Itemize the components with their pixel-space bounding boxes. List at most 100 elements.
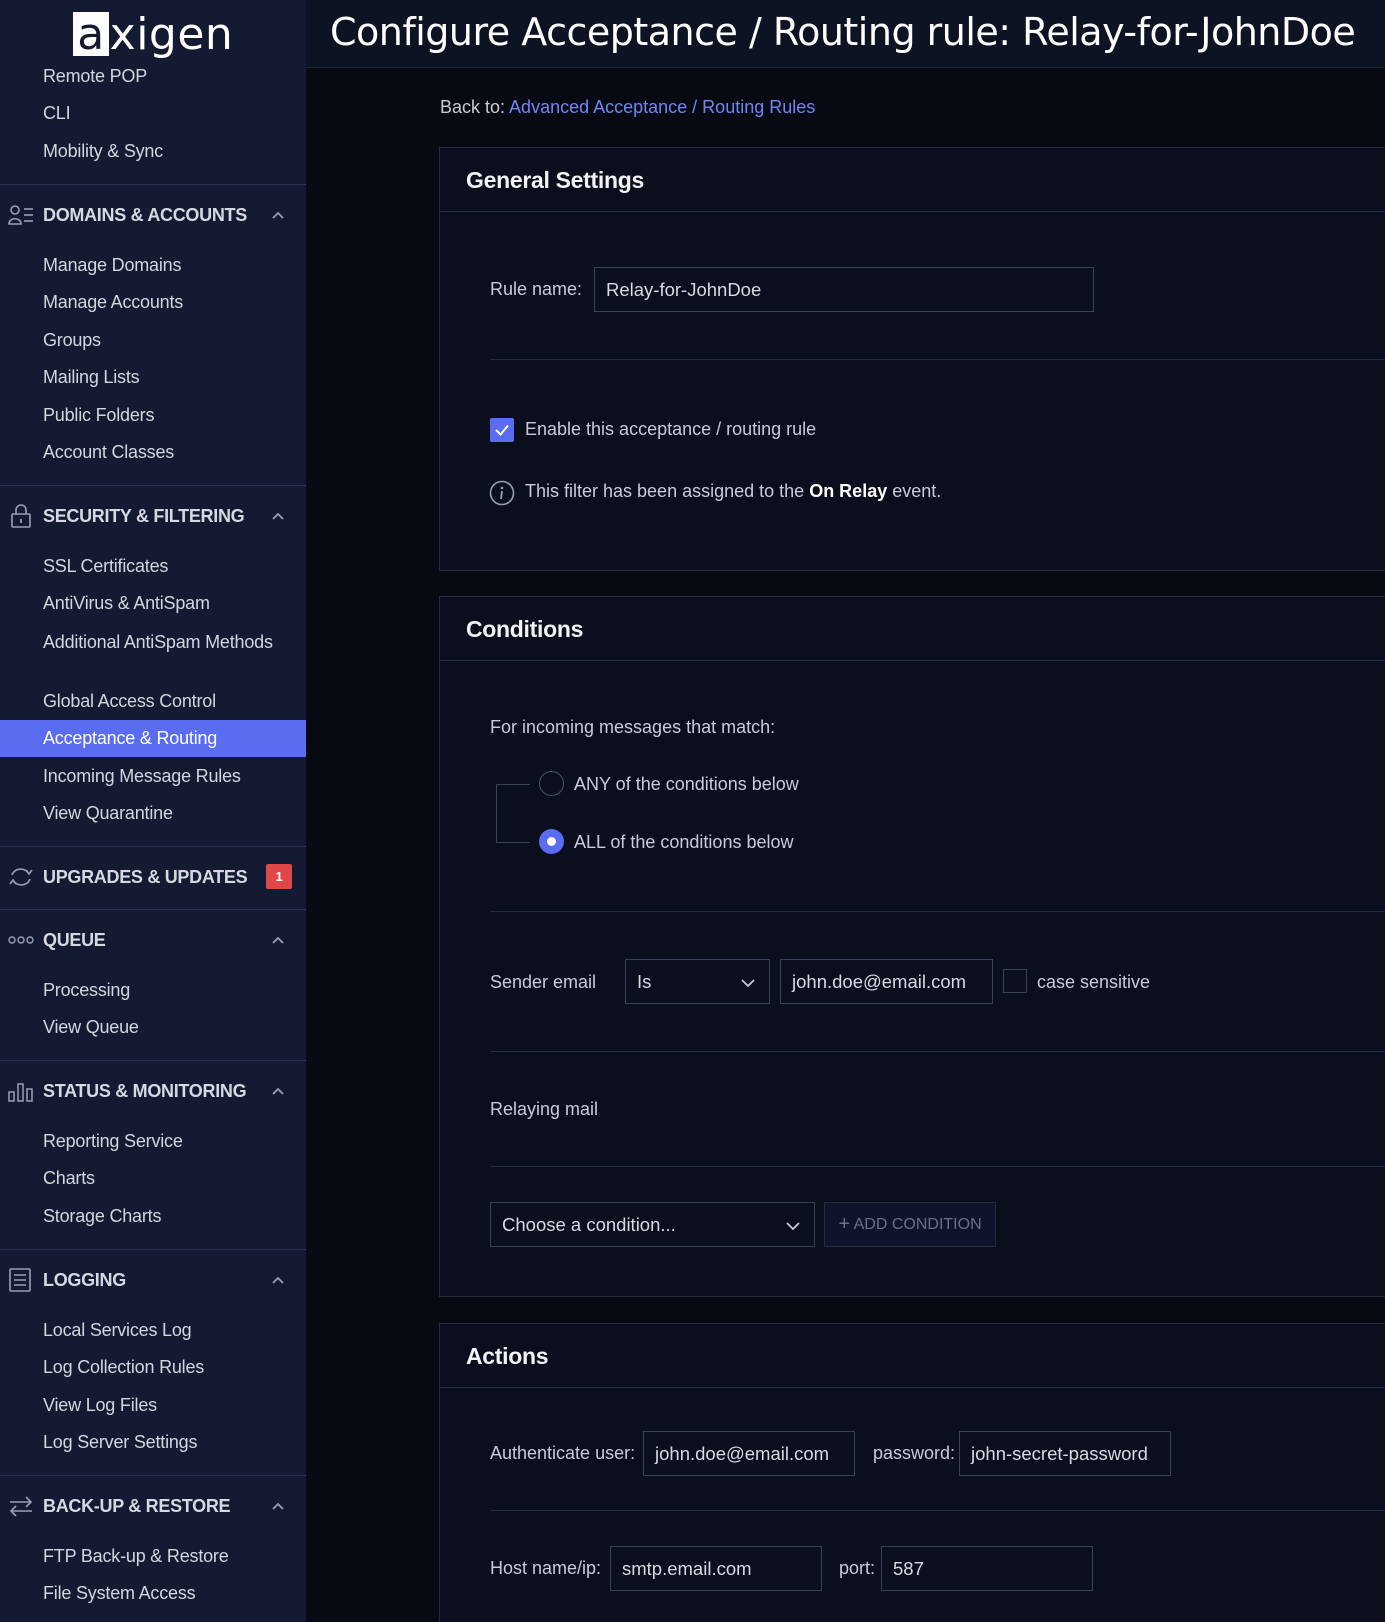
event-name: On Relay <box>809 481 888 501</box>
radio-dot <box>547 837 556 846</box>
section-status-monitoring[interactable]: STATUS & MONITORING <box>0 1061 306 1121</box>
sidebar-item-log-server-settings[interactable]: Log Server Settings <box>0 1424 306 1461</box>
sidebar-item-public-folders[interactable]: Public Folders <box>0 397 306 434</box>
port-input[interactable]: 587 <box>881 1546 1093 1591</box>
section-security-filtering[interactable]: SECURITY & FILTERING <box>0 486 306 546</box>
sidebar-item-processing[interactable]: Processing <box>0 972 306 1009</box>
chevron-up-icon[interactable] <box>271 1084 285 1098</box>
section-queue[interactable]: QUEUE <box>0 910 306 970</box>
sidebar-item-storage-charts[interactable]: Storage Charts <box>0 1198 306 1235</box>
swap-arrows-icon <box>9 1496 33 1517</box>
sender-email-label: Sender email <box>490 972 597 992</box>
chevron-up-icon[interactable] <box>271 933 285 947</box>
auth-user-input[interactable]: john.doe@email.com <box>643 1431 855 1476</box>
sidebar-item-log-collection-rules[interactable]: Log Collection Rules <box>0 1349 306 1386</box>
sidebar-item-global-access-control[interactable]: Global Access Control <box>0 683 306 720</box>
enable-rule-checkbox[interactable] <box>490 418 514 442</box>
password-input[interactable]: john-secret-password <box>959 1431 1171 1476</box>
panel-title: General Settings <box>440 148 1385 212</box>
sender-email-input[interactable]: john.doe@email.com <box>780 959 993 1004</box>
breadcrumb-prefix: Back to: <box>440 97 506 117</box>
section-title: QUEUE <box>43 930 106 950</box>
match-label: For incoming messages that match: <box>490 717 776 737</box>
sidebar-item-cli[interactable]: CLI <box>0 95 306 132</box>
bar-chart-icon <box>8 1083 33 1102</box>
match-any-radio[interactable] <box>539 771 564 796</box>
sidebar-item-file-system-access[interactable]: File System Access <box>0 1575 306 1612</box>
dots-icon <box>8 936 34 944</box>
info-icon <box>489 480 515 506</box>
panel-title: Actions <box>440 1324 1385 1388</box>
divider <box>490 1051 1385 1052</box>
choose-condition-select[interactable]: Choose a condition... <box>490 1202 815 1247</box>
section-backup-restore[interactable]: BACK-UP & RESTORE <box>0 1476 306 1536</box>
chevron-up-icon[interactable] <box>271 208 285 222</box>
choose-condition-placeholder: Choose a condition... <box>502 1214 676 1235</box>
sidebar-item-manage-domains[interactable]: Manage Domains <box>0 247 306 284</box>
sidebar-item-ftp-backup-restore[interactable]: FTP Back-up & Restore <box>0 1538 306 1575</box>
rule-name-label: Rule name: <box>490 279 583 299</box>
chevron-down-icon <box>786 1222 800 1231</box>
users-list-icon <box>8 205 33 225</box>
chevron-up-icon[interactable] <box>271 1273 285 1287</box>
section-title: UPGRADES & UPDATES <box>43 867 248 887</box>
logo-mark: a <box>72 12 109 58</box>
sidebar-item-mobility-sync[interactable]: Mobility & Sync <box>0 133 306 170</box>
host-input[interactable]: smtp.email.com <box>610 1546 822 1591</box>
back-to-link[interactable]: Advanced Acceptance / Routing Rules <box>509 97 815 117</box>
plus-icon: + <box>838 1213 851 1235</box>
chevron-up-icon[interactable] <box>271 1499 285 1513</box>
radio-group-bracket <box>496 784 530 843</box>
chevron-up-icon[interactable] <box>271 509 285 523</box>
chevron-down-icon <box>741 979 755 988</box>
host-label: Host name/ip: <box>490 1558 602 1578</box>
logo-word: xigen <box>109 8 234 60</box>
event-info-text: This filter has been assigned to the On … <box>525 481 941 502</box>
sidebar-item-groups[interactable]: Groups <box>0 322 306 359</box>
sidebar-item-incoming-message-rules[interactable]: Incoming Message Rules <box>0 758 306 795</box>
page-header: Configure Acceptance / Routing rule: Rel… <box>306 0 1385 68</box>
sidebar-item-local-services-log[interactable]: Local Services Log <box>0 1312 306 1349</box>
divider <box>490 359 1385 360</box>
lock-icon <box>11 504 31 528</box>
match-all-label: ALL of the conditions below <box>574 832 794 852</box>
divider <box>490 1510 1385 1511</box>
section-domains-accounts[interactable]: DOMAINS & ACCOUNTS <box>0 185 306 245</box>
sidebar-item-additional-antispam[interactable]: Additional AntiSpam Methods <box>0 627 306 685</box>
case-sensitive-checkbox[interactable] <box>1003 969 1027 993</box>
divider <box>490 911 1385 912</box>
section-title: SECURITY & FILTERING <box>43 506 245 526</box>
sidebar-item-reporting-service[interactable]: Reporting Service <box>0 1123 306 1160</box>
sidebar-item-acceptance-routing[interactable]: Acceptance & Routing <box>0 720 306 757</box>
sidebar-item-antivirus-antispam[interactable]: AntiVirus & AntiSpam <box>0 585 306 622</box>
section-upgrades-updates[interactable]: UPGRADES & UPDATES 1 <box>0 847 306 907</box>
sidebar-item-account-classes[interactable]: Account Classes <box>0 434 306 471</box>
sidebar-item-remote-pop[interactable]: Remote POP <box>0 58 306 95</box>
sidebar-item-manage-accounts[interactable]: Manage Accounts <box>0 284 306 321</box>
conditions-panel: Conditions <box>439 596 1385 1297</box>
panel-title: Conditions <box>440 597 1385 661</box>
event-info-suffix: event. <box>892 481 942 501</box>
rule-name-input[interactable]: Relay-for-JohnDoe <box>594 267 1094 312</box>
sidebar: a xigen Remote POP CLI Mobility & Sync DO… <box>0 0 306 1622</box>
sidebar-item-ssl-certificates[interactable]: SSL Certificates <box>0 548 306 585</box>
document-lines-icon <box>9 1268 31 1292</box>
section-title: STATUS & MONITORING <box>43 1081 247 1101</box>
section-title: BACK-UP & RESTORE <box>43 1496 231 1516</box>
sidebar-item-view-queue[interactable]: View Queue <box>0 1009 306 1046</box>
add-condition-button[interactable]: + ADD CONDITION <box>824 1202 996 1247</box>
add-condition-label: ADD CONDITION <box>853 1216 982 1233</box>
sidebar-item-view-quarantine[interactable]: View Quarantine <box>0 795 306 832</box>
auth-user-label: Authenticate user: <box>490 1443 636 1463</box>
match-all-radio[interactable] <box>539 829 564 854</box>
match-any-label: ANY of the conditions below <box>574 774 799 794</box>
sender-operator-value: Is <box>637 971 652 992</box>
sender-operator-select[interactable]: Is <box>625 959 770 1004</box>
sidebar-item-charts[interactable]: Charts <box>0 1160 306 1197</box>
divider <box>490 1166 1385 1167</box>
sidebar-item-mailing-lists[interactable]: Mailing Lists <box>0 359 306 396</box>
section-logging[interactable]: LOGGING <box>0 1250 306 1310</box>
refresh-icon <box>9 868 33 886</box>
sidebar-item-view-log-files[interactable]: View Log Files <box>0 1387 306 1424</box>
breadcrumb: Back to: Advanced Acceptance / Routing R… <box>440 97 815 118</box>
